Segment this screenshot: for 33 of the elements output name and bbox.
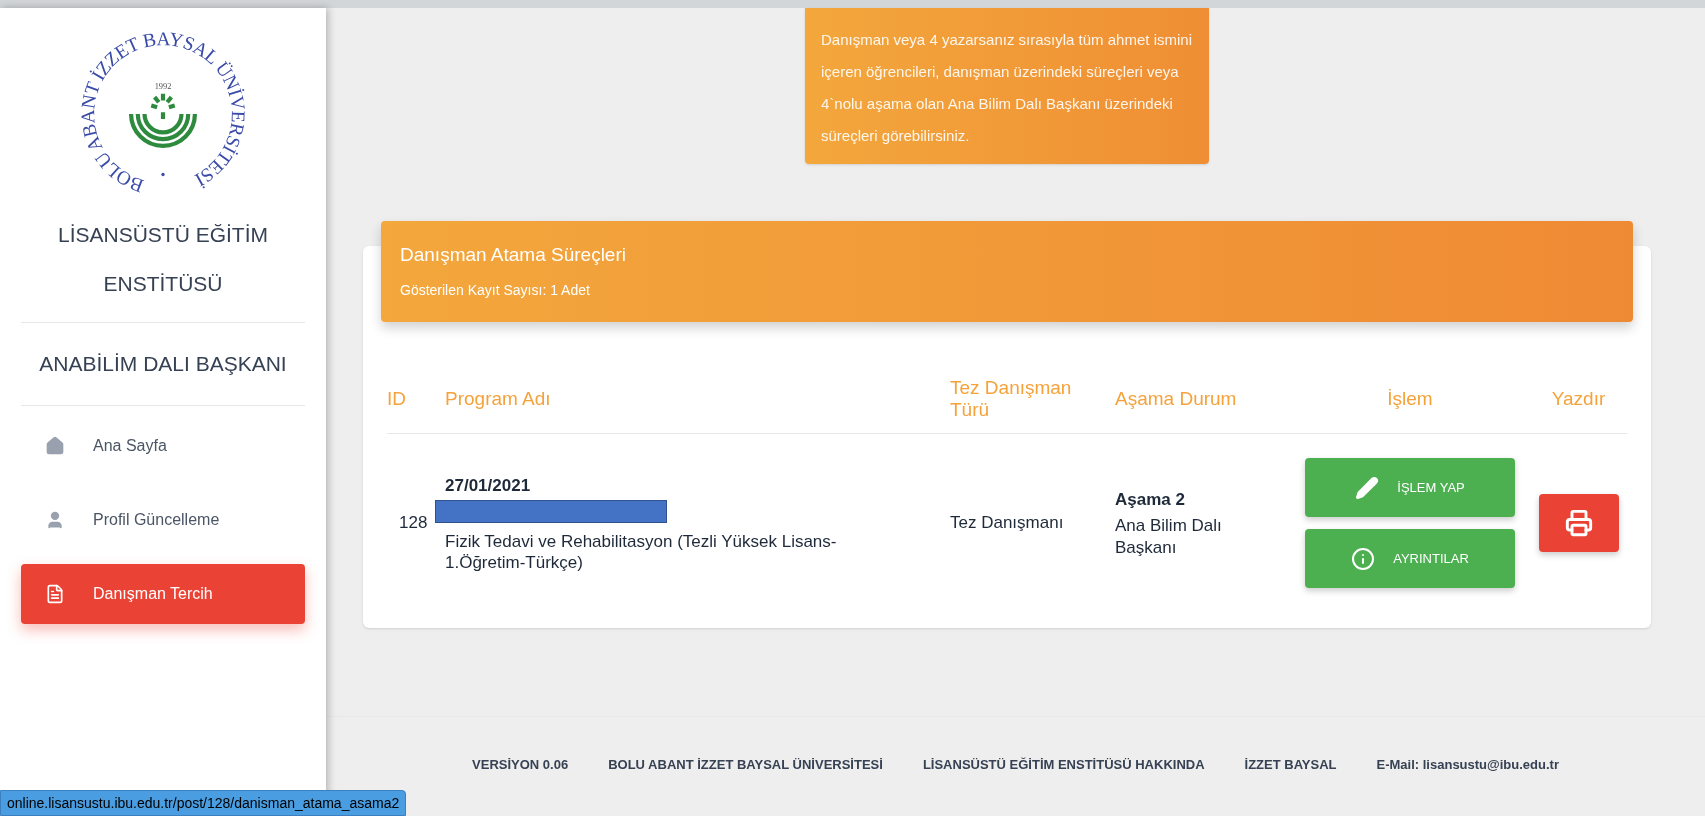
printer-icon xyxy=(1564,509,1593,537)
person-icon xyxy=(45,509,65,530)
footer-link[interactable]: LİSANSÜSTÜ EĞİTİM ENSTİTÜSÜ HAKKINDA xyxy=(922,754,1205,775)
notice-tooltip: Danışman veya 4 yazarsanız sırasıyla tüm ahmet ismini içeren öğrencileri, danışman üzerindeki süreçleri veya 4`nolu aşama olan Ana Bilim Dalı Başkanı üzerindeki süreçleri görebilirsiniz. xyxy=(805,8,1209,164)
status-url: online.lisansustu.ibu.edu.tr/post/128/danisman_atama_asama2 xyxy=(0,790,407,816)
pencil-icon xyxy=(1355,475,1380,500)
print-button[interactable] xyxy=(1538,494,1619,552)
table-cell-text: 128 xyxy=(398,512,429,535)
info-icon xyxy=(1351,546,1376,571)
sidebar-item[interactable]: Danışman Tercih xyxy=(21,563,305,624)
table-cell-text: Tez Danışmanı xyxy=(950,512,1065,535)
role-title: ANABİLİM DALI BAŞKANI xyxy=(39,351,287,377)
stage-title: Aşama 2 xyxy=(1115,489,1186,512)
document-icon xyxy=(45,583,65,604)
footer-link[interactable]: BOLU ABANT İZZET BAYSAL ÜNİVERSİTESİ xyxy=(608,754,883,775)
record-count: Gösterilen Kayıt Sayısı: 1 Adet xyxy=(400,280,591,300)
column-header: Aşama Durum xyxy=(1115,388,1238,410)
column-header: Yazdır xyxy=(1550,388,1607,410)
column-header: İşlem xyxy=(1386,388,1434,410)
footer-link[interactable]: E-Mail: lisansustu@ibu.edu.tr xyxy=(1376,754,1559,775)
footer-link[interactable]: İZZET BAYSAL xyxy=(1244,754,1337,775)
column-header: ID xyxy=(387,388,407,410)
date-text: 27/01/2021 xyxy=(445,474,532,497)
stage-status: Ana Bilim Dalı Başkanı xyxy=(1115,514,1223,559)
footer-link[interactable]: VERSİYON 0.06 xyxy=(472,754,569,775)
program-name: Fizik Tedavi ve Rehabilitasyon (Tezli Yüksek Lisans-1.Öğretim-Türkçe) xyxy=(445,531,838,574)
column-header: Tez Danışman Türü xyxy=(950,377,1073,421)
column-header: Program Adı xyxy=(445,388,552,410)
sidebar-item[interactable]: Profil Güncelleme xyxy=(21,489,305,550)
institute-title: LİSANSÜSTÜ EĞİTİM ENSTİTÜSÜ xyxy=(57,222,269,297)
home-icon xyxy=(45,435,65,456)
sidebar-item[interactable]: Ana Sayfa xyxy=(21,415,305,476)
card-title: Danışman Atama Süreçleri xyxy=(400,243,627,267)
